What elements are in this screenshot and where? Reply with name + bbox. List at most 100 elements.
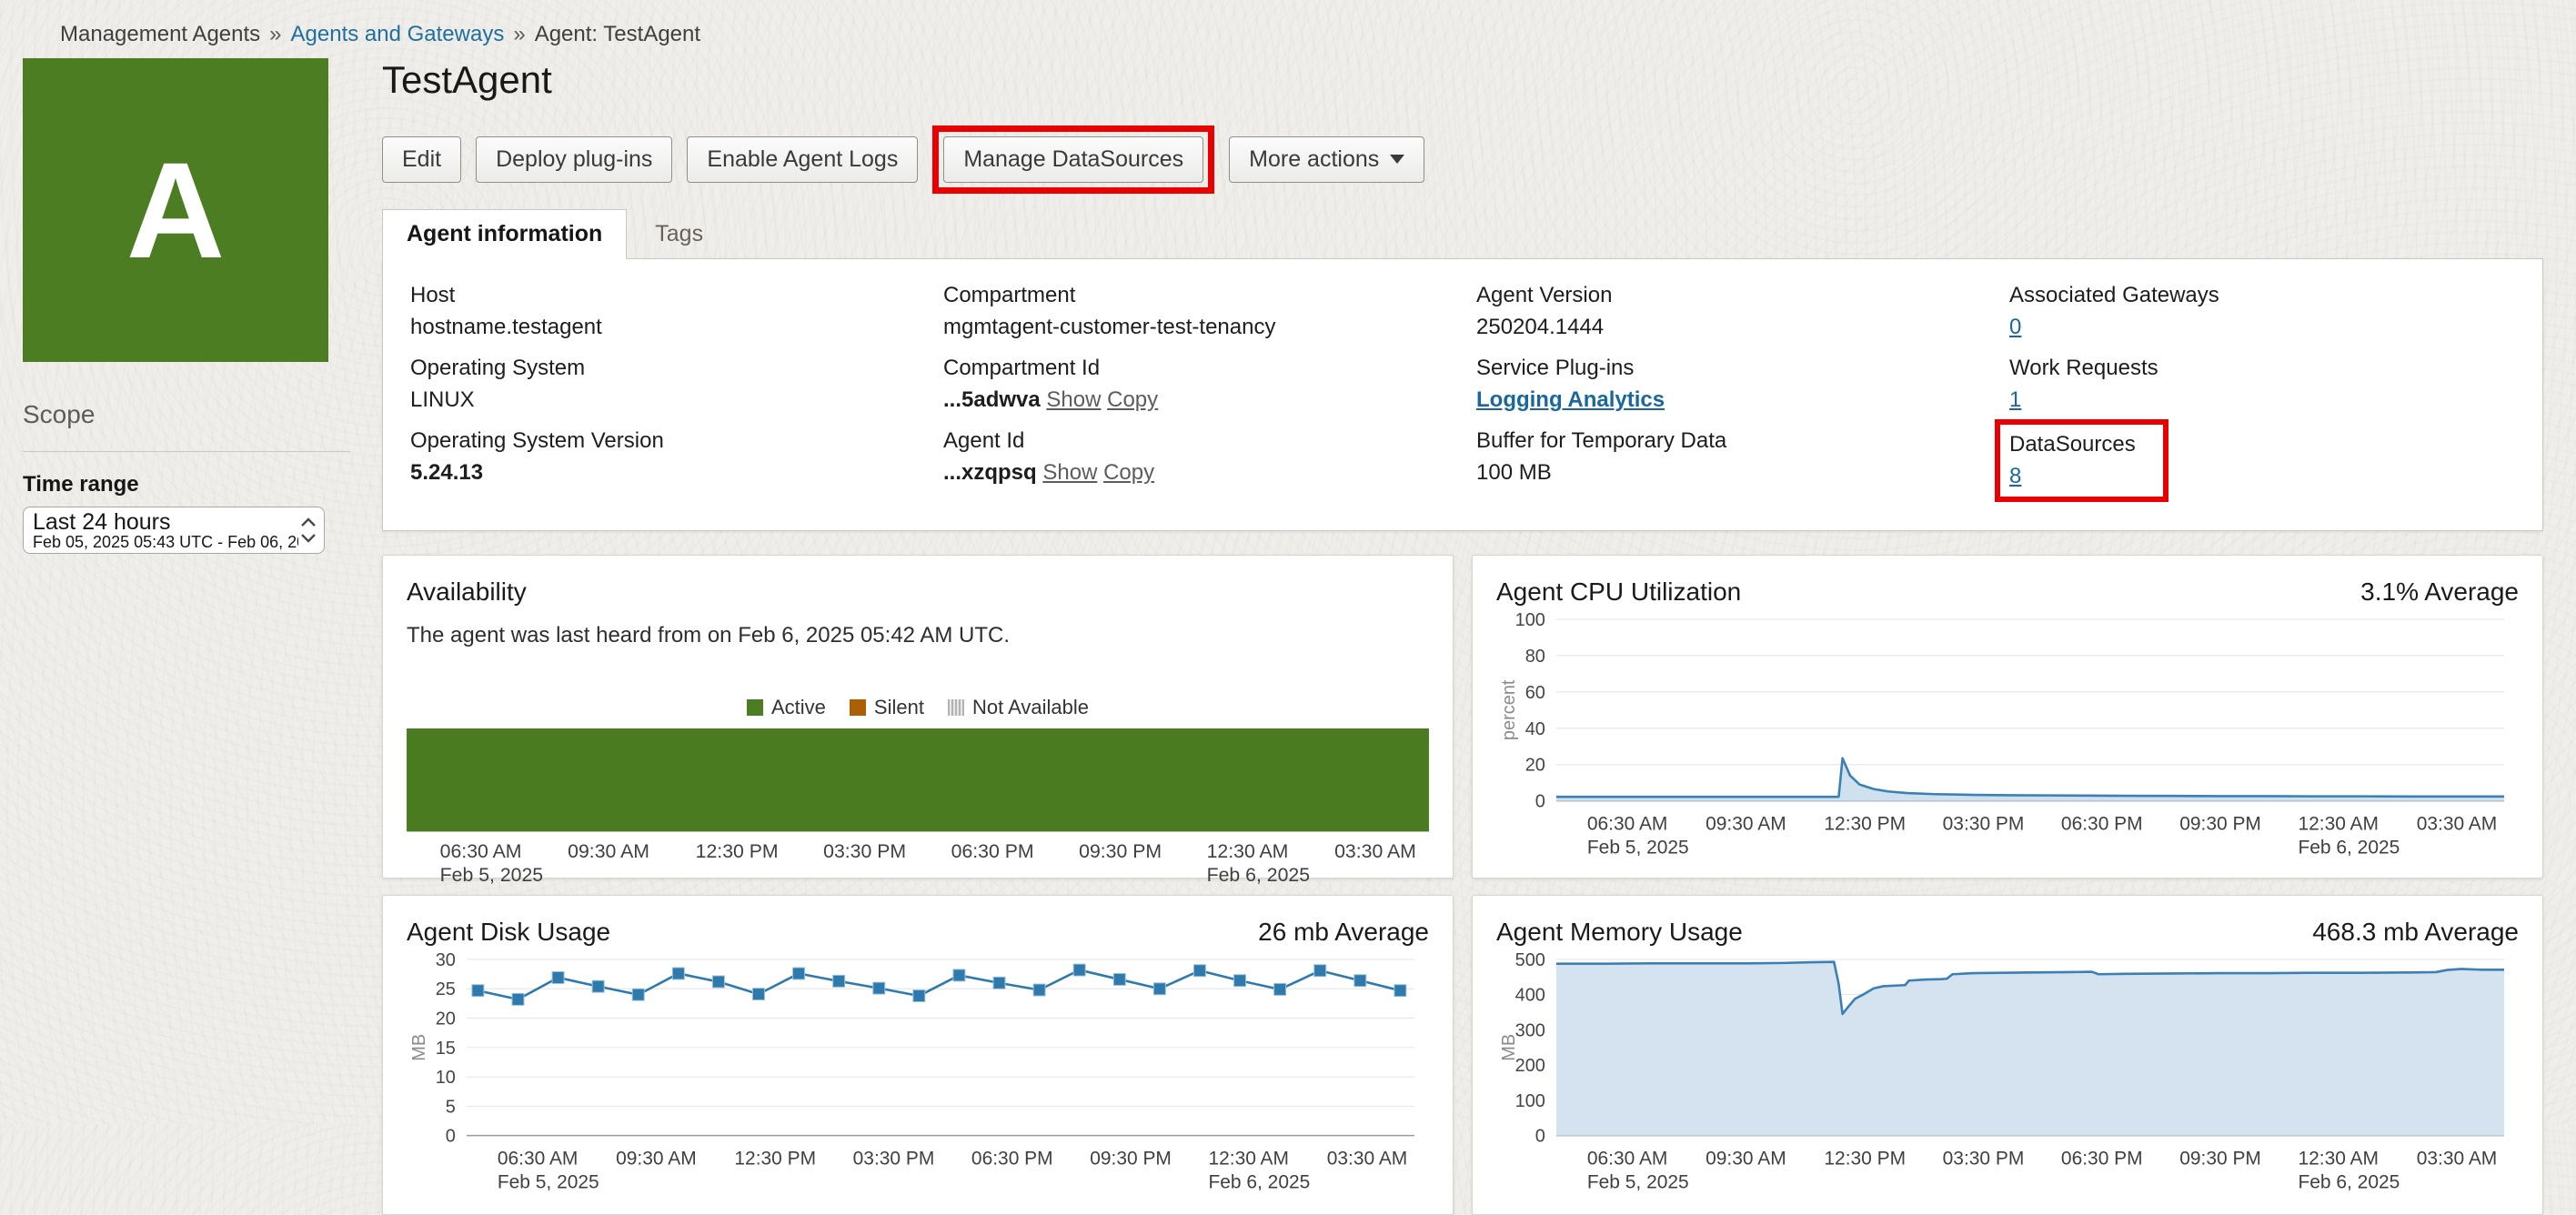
- field-compartment: Compartment mgmtagent-customer-test-tena…: [943, 283, 1476, 340]
- svg-text:03:30 PM: 03:30 PM: [1943, 1149, 2025, 1170]
- availability-status-chart: 06:30 AMFeb 5, 2025 09:30 AM 12:30 PM 03:30…: [407, 728, 1429, 886]
- svg-text:20: 20: [1525, 756, 1545, 776]
- legend-label: Silent: [873, 696, 924, 718]
- svg-text:03:30 PM: 03:30 PM: [823, 840, 906, 862]
- memory-usage-card: Agent Memory Usage 468.3 mb Average 0 100…: [1472, 895, 2543, 1215]
- field-value: ...5adwva: [943, 387, 1041, 412]
- manage-datasources-button[interactable]: Manage DataSources: [943, 136, 1204, 183]
- svg-text:0: 0: [446, 1127, 456, 1147]
- deploy-plugins-button[interactable]: Deploy plug-ins: [476, 136, 673, 183]
- legend-swatch-silent: [849, 699, 866, 716]
- svg-text:06:30 AM: 06:30 AM: [498, 1149, 579, 1170]
- more-actions-label: More actions: [1249, 146, 1380, 172]
- svg-text:12:30 AM: 12:30 AM: [1208, 1149, 1289, 1170]
- svg-text:0: 0: [1535, 1127, 1545, 1147]
- tab-agent-information[interactable]: Agent information: [382, 209, 628, 259]
- field-operating-system-version: Operating System Version 5.24.13: [410, 428, 943, 486]
- svg-text:06:30 PM: 06:30 PM: [971, 1149, 1053, 1170]
- svg-text:06:30 AM: 06:30 AM: [1587, 1149, 1668, 1170]
- annotation-box-datasources: DataSources 8: [1995, 419, 2168, 502]
- chart-average: 26 mb Average: [1258, 918, 1429, 946]
- svg-text:12:30 AM: 12:30 AM: [2298, 1149, 2379, 1170]
- svg-text:12:30 AM: 12:30 AM: [1207, 840, 1289, 862]
- svg-text:Feb 6, 2025: Feb 6, 2025: [2298, 1172, 2400, 1190]
- work-requests-link[interactable]: 1: [2009, 387, 2021, 412]
- svg-text:03:30 PM: 03:30 PM: [1943, 814, 2025, 835]
- field-label: Service Plug-ins: [1476, 356, 1635, 380]
- field-buffer-temporary-data: Buffer for Temporary Data 100 MB: [1476, 428, 2009, 486]
- disk-usage-card: Agent Disk Usage 26 mb Average 0 5 10 15 20 2…: [382, 895, 1454, 1215]
- tab-tags[interactable]: Tags: [627, 209, 731, 259]
- availability-legend: Active Silent Not Available: [407, 696, 1429, 719]
- field-label: DataSources: [2009, 432, 2136, 457]
- breadcrumb-separator: »: [513, 22, 526, 46]
- layout: A Scope Time range Last 24 hours Feb 05,…: [0, 58, 2576, 1215]
- field-label: Host: [410, 283, 456, 307]
- svg-text:200: 200: [1515, 1056, 1545, 1076]
- info-column-2: Compartment mgmtagent-customer-test-tena…: [943, 283, 1476, 517]
- field-label: Operating System: [410, 356, 586, 380]
- datasources-link[interactable]: 8: [2009, 464, 2021, 488]
- enable-agent-logs-button[interactable]: Enable Agent Logs: [687, 136, 919, 183]
- field-label: Work Requests: [2009, 356, 2158, 380]
- copy-link[interactable]: Copy: [1103, 460, 1154, 485]
- availability-subtitle: The agent was last heard from on Feb 6, …: [407, 623, 1011, 648]
- availability-card: Availability The agent was last heard fr…: [382, 555, 1454, 886]
- legend-item-not-available: Not Available: [947, 696, 1089, 719]
- field-agent-version: Agent Version 250204.1444: [1476, 283, 2009, 340]
- svg-text:12:30 PM: 12:30 PM: [1824, 1149, 1906, 1170]
- info-column-3: Agent Version 250204.1444 Service Plug-i…: [1476, 283, 2009, 517]
- svg-text:09:30 AM: 09:30 AM: [1706, 1149, 1786, 1170]
- logging-analytics-link[interactable]: Logging Analytics: [1476, 387, 1665, 412]
- cpu-utilization-card: Agent CPU Utilization 3.1% Average 0 20 40…: [1472, 555, 2543, 879]
- legend-item-silent: Silent: [849, 696, 924, 719]
- annotation-box-manage-datasources: Manage DataSources: [932, 125, 1215, 194]
- svg-text:09:30 AM: 09:30 AM: [1706, 814, 1786, 835]
- more-actions-button[interactable]: More actions: [1229, 136, 1425, 183]
- edit-button[interactable]: Edit: [382, 136, 462, 183]
- time-range-select[interactable]: Last 24 hours Feb 05, 2025 05:43 UTC - F…: [23, 507, 325, 554]
- svg-text:30: 30: [436, 952, 456, 970]
- breadcrumb-separator: »: [269, 22, 282, 46]
- field-associated-gateways: Associated Gateways 0: [2009, 283, 2542, 340]
- svg-text:03:30 PM: 03:30 PM: [853, 1149, 935, 1170]
- associated-gateways-link[interactable]: 0: [2009, 315, 2021, 339]
- disk-usage-chart: 0 5 10 15 20 25 30 MB 06:30 AM Feb 5, 2025 09:30 A…: [409, 952, 1415, 1190]
- show-link[interactable]: Show: [1042, 460, 1097, 485]
- toolbar: Edit Deploy plug-ins Enable Agent Logs M…: [382, 125, 2543, 194]
- chart-title: Agent CPU Utilization: [1496, 577, 1742, 606]
- sidebar-divider: [23, 451, 350, 452]
- field-value: LINUX: [410, 387, 475, 412]
- svg-text:500: 500: [1515, 952, 1545, 970]
- field-value: 100 MB: [1476, 460, 1552, 485]
- legend-swatch-active: [747, 699, 763, 716]
- field-host: Host hostname.testagent: [410, 283, 943, 340]
- spinner-chevrons-icon[interactable]: [298, 514, 318, 547]
- svg-text:03:30 AM: 03:30 AM: [1334, 840, 1416, 862]
- main-content: TestAgent Edit Deploy plug-ins Enable Ag…: [382, 58, 2543, 1215]
- svg-text:MB: MB: [1499, 1034, 1519, 1061]
- svg-text:5: 5: [446, 1097, 456, 1117]
- svg-text:Feb 5, 2025: Feb 5, 2025: [440, 864, 543, 886]
- breadcrumb: Management Agents » Agents and Gateways …: [0, 0, 2576, 47]
- copy-link[interactable]: Copy: [1107, 387, 1158, 412]
- scope-heading: Scope: [23, 400, 96, 428]
- svg-text:06:30 AM: 06:30 AM: [1587, 814, 1668, 835]
- field-value: 250204.1444: [1476, 315, 1605, 339]
- breadcrumb-link-agents-and-gateways[interactable]: Agents and Gateways: [291, 22, 505, 47]
- svg-text:20: 20: [436, 1009, 456, 1029]
- breadcrumb-item-management-agents: Management Agents: [60, 22, 261, 46]
- avatar-letter: A: [126, 133, 226, 286]
- svg-text:12:30 AM: 12:30 AM: [2298, 814, 2379, 835]
- field-value: mgmtagent-customer-test-tenancy: [943, 315, 1276, 339]
- svg-text:06:30 AM: 06:30 AM: [440, 840, 522, 862]
- page: Management Agents » Agents and Gateways …: [0, 0, 2576, 1215]
- page-title: TestAgent: [382, 58, 552, 101]
- agent-avatar: A: [23, 58, 328, 362]
- field-datasources: DataSources 8: [1995, 419, 2542, 502]
- svg-text:40: 40: [1525, 719, 1545, 739]
- breadcrumb-item-agent-testagent: Agent: TestAgent: [534, 22, 701, 46]
- svg-text:60: 60: [1525, 683, 1545, 703]
- show-link[interactable]: Show: [1046, 387, 1101, 412]
- cpu-utilization-chart: 0 20 40 60 80 100 percent 06:30 AM Feb 5, 2025 09…: [1499, 612, 2505, 856]
